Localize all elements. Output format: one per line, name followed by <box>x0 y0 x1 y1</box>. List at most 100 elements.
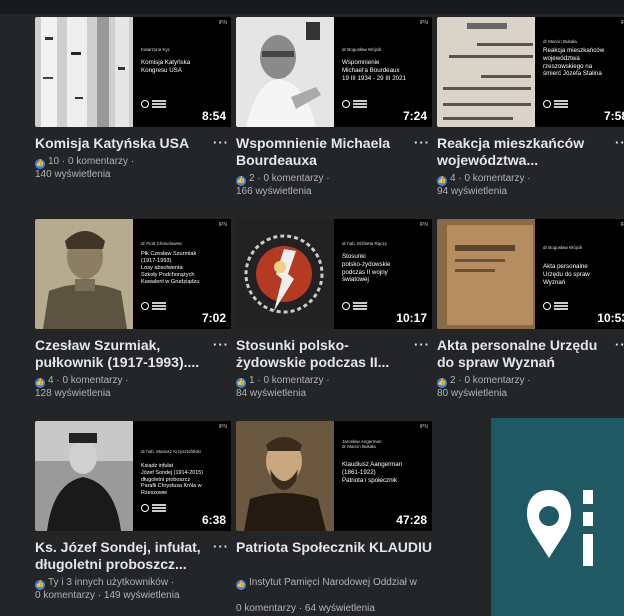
more-options-icon[interactable]: ··· <box>213 539 229 554</box>
video-duration: 7:58 <box>603 109 624 123</box>
video-title[interactable]: Komisja Katyńska USA <box>35 135 211 152</box>
video-card[interactable]: IPN dr Piotr Chmielowiec Płk Czesław Szu… <box>35 219 231 404</box>
ipn-tag: IPN <box>419 222 428 228</box>
ipn-logo-icon <box>342 99 368 109</box>
thumbnail-title: Ksiądz infułat Józef Sondej (1914-2015) … <box>141 463 204 496</box>
thumbnail-photo <box>35 219 133 329</box>
more-options-icon[interactable]: ··· <box>615 337 624 352</box>
thumbnail-author: dr Bogusław Wójcik <box>543 245 583 250</box>
video-thumbnail[interactable]: IPN dr hab. Mariusz Krzysztofiński Ksiąd… <box>35 421 231 531</box>
ipn-tag: IPN <box>218 222 227 228</box>
video-thumbnail[interactable]: IPN dr Piotr Chmielowiec Płk Czesław Szu… <box>35 219 231 329</box>
video-duration: 8:54 <box>201 109 226 123</box>
ipn-tag: IPN <box>419 20 428 26</box>
video-title[interactable]: Ks. Józef Sondej, infułat, długoletni pr… <box>35 539 211 573</box>
thumbnail-author: Katarzyna Kyc <box>141 47 171 52</box>
video-thumbnail[interactable]: IPN dr hab. Elżbieta Rączy Stosunki pols… <box>236 219 432 329</box>
video-reactions: 👍 4 · 0 komentarzy · <box>437 173 531 186</box>
video-reactions: 👍 1 · 0 komentarzy · <box>236 375 330 388</box>
thumbnail-author: dr Marcin Bukała <box>543 39 577 44</box>
thumbnail-photo <box>35 17 133 127</box>
more-options-icon[interactable]: ··· <box>414 135 430 150</box>
video-views: 0 komentarzy · 149 wyświetlenia <box>35 590 180 601</box>
video-reactions: 👍 2 · 0 komentarzy · <box>236 173 330 186</box>
more-options-icon[interactable]: ··· <box>414 337 430 352</box>
video-thumbnail[interactable]: IPN Katarzyna Kyc Komisja Katyńska Kongr… <box>35 17 231 127</box>
video-thumbnail[interactable]: IPN dr Bogusław Wójcik Wspomnienie Micha… <box>236 17 432 127</box>
like-icon: 👍 <box>437 378 447 388</box>
thumbnail-title: Stosunki polsko-żydowskie podczas II woj… <box>342 253 391 284</box>
video-card[interactable]: IPN Jarosław Angerman dr Marcin Bukała K… <box>236 421 432 616</box>
video-reactions: 👍 10 · 0 komentarzy · <box>35 156 135 169</box>
video-views: 128 wyświetlenia <box>35 388 111 399</box>
like-icon: 👍 <box>236 580 246 590</box>
video-card[interactable]: IPN dr hab. Mariusz Krzysztofiński Ksiąd… <box>35 421 231 611</box>
video-duration: 6:38 <box>201 513 226 527</box>
thumbnail-title: Płk Czesław Szurmiak (1917-1993) Losy ab… <box>141 251 200 285</box>
video-title[interactable]: Wspomnienie Michaela Bourdeauxa <box>236 135 412 169</box>
video-title[interactable]: Reakcja mieszkańców województwa... <box>437 135 613 169</box>
thumbnail-title: Reakcja mieszkańców województwa rzeszows… <box>543 47 605 78</box>
like-icon: 👍 <box>35 580 45 590</box>
video-views: 84 wyświetlenia <box>236 388 307 399</box>
like-icon: 👍 <box>236 176 246 186</box>
video-page: 👍 Instytut Pamięci Narodowej Oddział w <box>236 577 417 590</box>
like-icon: 👍 <box>35 159 45 169</box>
video-views: 140 wyświetlenia <box>35 169 111 180</box>
like-icon: 👍 <box>236 378 246 388</box>
video-reactions: 👍 4 · 0 komentarzy · <box>35 375 129 388</box>
thumbnail-author: dr Piotr Chmielowiec <box>141 241 183 246</box>
video-thumbnail[interactable]: IPN dr Bogusław Wójcik Akta personalne U… <box>437 219 624 329</box>
video-title[interactable]: Akta personalne Urzędu do spraw Wyznań <box>437 337 613 371</box>
thumbnail-author: Jarosław Angerman dr Marcin Bukała <box>342 439 382 450</box>
video-views: 94 wyświetlenia <box>437 186 508 197</box>
ipn-tag: IPN <box>419 424 428 430</box>
top-bar <box>0 0 624 14</box>
video-views: 166 wyświetlenia <box>236 186 312 197</box>
side-promo-card[interactable] <box>491 418 624 616</box>
video-views: 0 komentarzy · 64 wyświetlenia <box>236 603 375 614</box>
ipn-tag: IPN <box>218 20 227 26</box>
video-title[interactable]: Patriota Społecznik KLAUDIUSZ ANGERMAN (… <box>236 539 432 556</box>
video-duration: 7:02 <box>201 311 226 325</box>
video-duration: 47:28 <box>396 513 427 527</box>
more-options-icon[interactable]: ··· <box>213 337 229 352</box>
video-card[interactable]: IPN dr hab. Elżbieta Rączy Stosunki pols… <box>236 219 432 404</box>
ipn-tag: IPN <box>620 222 624 228</box>
video-title[interactable]: Czesław Szurmiak, pułkownik (1917-1993).… <box>35 337 211 371</box>
ipn-logo-icon <box>342 301 368 311</box>
video-card[interactable]: IPN Katarzyna Kyc Komisja Katyńska Kongr… <box>35 17 231 187</box>
ipn-logo-icon <box>141 301 167 311</box>
video-card[interactable]: IPN dr Bogusław Wójcik Wspomnienie Micha… <box>236 17 432 202</box>
thumbnail-photo <box>236 17 334 127</box>
thumbnail-author: dr Bogusław Wójcik <box>342 47 382 52</box>
video-thumbnail[interactable]: IPN dr Marcin Bukała Reakcja mieszkańców… <box>437 17 624 127</box>
video-duration: 10:53 <box>597 311 624 325</box>
video-views: 80 wyświetlenia <box>437 388 508 399</box>
thumbnail-photo <box>236 421 334 531</box>
ipn-logo-icon <box>543 301 569 311</box>
ipn-logo-icon <box>543 99 569 109</box>
video-card[interactable]: IPN dr Marcin Bukała Reakcja mieszkańców… <box>437 17 624 202</box>
video-title[interactable]: Stosunki polsko-żydowskie podczas II... <box>236 337 412 371</box>
thumbnail-author: dr hab. Elżbieta Rączy <box>342 241 388 246</box>
like-icon: 👍 <box>437 176 447 186</box>
thumbnail-title: Komisja Katyńska Kongresu USA <box>141 59 191 74</box>
more-options-icon[interactable]: ··· <box>213 135 229 150</box>
ipn-tag: IPN <box>218 424 227 430</box>
video-duration: 10:17 <box>396 311 427 325</box>
more-options-icon[interactable]: ··· <box>615 135 624 150</box>
ipn-tag: IPN <box>620 20 624 26</box>
thumbnail-photo <box>437 17 535 127</box>
video-thumbnail[interactable]: IPN Jarosław Angerman dr Marcin Bukała K… <box>236 421 432 531</box>
thumbnail-title: Akta personalne Urzędu do spraw Wyznań <box>543 263 590 286</box>
ipn-logo-icon <box>141 99 167 109</box>
ipn-logo-icon <box>141 503 167 513</box>
thumbnail-photo <box>35 421 133 531</box>
video-duration: 7:24 <box>402 109 427 123</box>
thumbnail-title: Wspomnienie Michael'a Bourdeaux 19 III 1… <box>342 59 406 82</box>
thumbnail-title: Klaudiusz Aangerman (1861-1922) Patriota… <box>342 461 403 484</box>
video-card[interactable]: IPN dr Bogusław Wójcik Akta personalne U… <box>437 219 624 404</box>
video-reactions: 👍 Ty i 3 innych użytkowników · <box>35 577 175 590</box>
thumbnail-photo <box>437 219 535 329</box>
